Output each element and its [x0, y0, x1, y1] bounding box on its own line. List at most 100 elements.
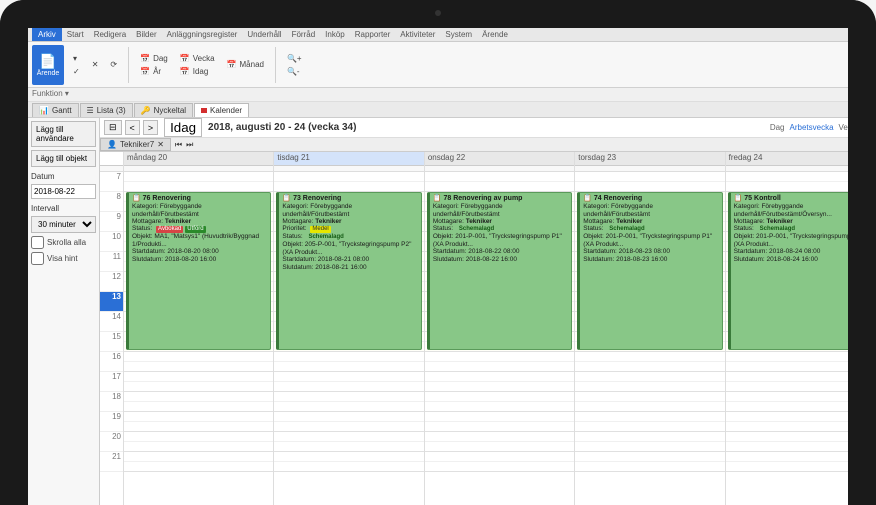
ribbon-refresh-icon[interactable]: ⟳ [107, 59, 120, 70]
menu-arkiv[interactable]: Arkiv [32, 28, 62, 41]
menu-underhall[interactable]: Underhåll [242, 28, 286, 41]
function-label: Funktion [32, 89, 63, 98]
menu-start[interactable]: Start [62, 28, 89, 41]
function-row: Funktion ▾ [28, 88, 876, 102]
ribbon-separator-2 [275, 47, 276, 83]
close-icon[interactable]: ✕ [157, 140, 164, 149]
time-9: 9 [100, 212, 123, 232]
day-header[interactable]: torsdag 23 [575, 152, 724, 166]
tab-gantt[interactable]: 📊Gantt [32, 103, 79, 117]
tab-nyckeltal[interactable]: 🔑Nyckeltal [134, 103, 193, 117]
ribbon-vecka[interactable]: 📅 Vecka [177, 53, 218, 64]
content-area: Lägg till användare Lägg till objekt Dat… [28, 118, 876, 505]
scroll-all-check[interactable]: Skrolla alla [31, 236, 96, 249]
time-20: 20 [100, 432, 123, 452]
ribbon-separator [128, 47, 129, 83]
menu-system[interactable]: System [440, 28, 477, 41]
time-15: 15 [100, 332, 123, 352]
ribbon-save-icon[interactable]: ▾ [70, 53, 83, 64]
calendar-event[interactable]: 📋 78 Renovering av pumpKategori: Förebyg… [427, 192, 572, 350]
day-header[interactable]: måndag 20 [124, 152, 273, 166]
key-icon: 🔑 [141, 106, 151, 115]
calendar-event[interactable]: 📋 74 RenoveringKategori: Förebyggande un… [577, 192, 722, 350]
collapse-button[interactable]: ⊟ [104, 120, 122, 135]
person-tab-row: 👤 Tekniker7 ✕ ⏮ ⏭ [100, 138, 876, 152]
menu-aktiviteter[interactable]: Aktiviteter [395, 28, 440, 41]
time-7: 7 [100, 172, 123, 192]
calendar-event[interactable]: 📋 73 RenoveringKategori: Förebyggande un… [276, 192, 421, 350]
today-button[interactable]: Idag [164, 118, 202, 137]
add-object-button[interactable]: Lägg till objekt [31, 150, 96, 167]
date-label: Datum [31, 172, 96, 181]
time-16: 16 [100, 352, 123, 372]
menu-anlaggning[interactable]: Anläggningsregister [162, 28, 243, 41]
time-11: 11 [100, 252, 123, 272]
date-input[interactable] [31, 184, 96, 199]
ribbon-zoom-out-icon[interactable]: 🔍- [284, 66, 305, 77]
menu-arende[interactable]: Ärende [477, 28, 513, 41]
application-window: Arkiv Start Redigera Bilder Anläggningsr… [28, 28, 876, 505]
device-camera [435, 10, 441, 16]
nav-fwd-icon[interactable]: ⏭ [186, 140, 193, 150]
gantt-icon: 📊 [39, 106, 49, 115]
menu-inkop[interactable]: Inköp [320, 28, 350, 41]
menu-bilder[interactable]: Bilder [131, 28, 161, 41]
time-19: 19 [100, 412, 123, 432]
person-tab[interactable]: 👤 Tekniker7 ✕ [100, 138, 171, 151]
ribbon-manad[interactable]: 📅 Månad [224, 59, 267, 70]
time-13: 13 [100, 292, 123, 312]
time-21: 21 [100, 452, 123, 472]
day-column[interactable]: fredag 24 📋 75 KontrollKategori: Förebygg… [726, 152, 876, 505]
view-tabs: 📊Gantt ☰Lista (3) 🔑Nyckeltal Kalender [28, 102, 876, 118]
list-icon: ☰ [87, 106, 94, 115]
view-dag[interactable]: Dag [770, 123, 785, 132]
day-column[interactable]: torsdag 23 📋 74 RenoveringKategori: Föreb… [575, 152, 725, 505]
ribbon-zoom-in-icon[interactable]: 🔍+ [284, 53, 305, 64]
menu-bar: Arkiv Start Redigera Bilder Anläggningsr… [28, 28, 876, 42]
ribbon-ar[interactable]: 📅 År [137, 66, 171, 77]
next-button[interactable]: > [143, 120, 158, 135]
view-arbetsvecka[interactable]: Arbetsvecka [790, 123, 834, 132]
day-column[interactable]: tisdag 21 📋 73 RenoveringKategori: Föreby… [274, 152, 424, 505]
nav-back-icon[interactable]: ⏮ [171, 140, 186, 150]
view-manad[interactable]: M [865, 123, 872, 132]
time-8: 8 [100, 192, 123, 212]
ribbon-arende-button[interactable]: 📄 Ärende [32, 45, 64, 85]
day-column[interactable]: måndag 20 📋 76 RenoveringKategori: Föreby… [124, 152, 274, 505]
menu-rapporter[interactable]: Rapporter [350, 28, 396, 41]
document-icon: 📄 [39, 53, 56, 70]
ribbon-idag[interactable]: 📅 Idag [177, 66, 218, 77]
menu-redigera[interactable]: Redigera [89, 28, 131, 41]
menu-forrad[interactable]: Förråd [287, 28, 321, 41]
ribbon-toolbar: 📄 Ärende ▾ ✓ ✕ ⟳ 📅 Dag 📅 År 📅 Vecka 📅 Id… [28, 42, 876, 88]
prev-button[interactable]: < [125, 120, 140, 135]
day-header[interactable]: onsdag 22 [425, 152, 574, 166]
time-17: 17 [100, 372, 123, 392]
add-user-button[interactable]: Lägg till användare [31, 121, 96, 147]
calendar-grid: 789101112131415161718192021 måndag 20 📋 7… [100, 152, 876, 505]
sidebar: Lägg till användare Lägg till objekt Dat… [28, 118, 100, 505]
interval-label: Intervall [31, 204, 96, 213]
ribbon-cross-icon[interactable]: ✕ [89, 59, 102, 70]
person-icon: 👤 [107, 140, 117, 149]
day-header[interactable]: fredag 24 [726, 152, 875, 166]
flag-icon [201, 106, 207, 115]
calendar-toolbar: ⊟ < > Idag 2018, augusti 20 - 24 (vecka … [100, 118, 876, 138]
days-container: måndag 20 📋 76 RenoveringKategori: Föreby… [124, 152, 876, 505]
tab-lista[interactable]: ☰Lista (3) [80, 103, 133, 117]
calendar-event[interactable]: 📋 75 KontrollKategori: Förebyggande unde… [728, 192, 873, 350]
time-10: 10 [100, 232, 123, 252]
day-header[interactable]: tisdag 21 [274, 152, 423, 166]
time-14: 14 [100, 312, 123, 332]
calendar-main: ⊟ < > Idag 2018, augusti 20 - 24 (vecka … [100, 118, 876, 505]
time-18: 18 [100, 392, 123, 412]
view-vecka[interactable]: Vecka [839, 123, 861, 132]
calendar-event[interactable]: 📋 76 RenoveringKategori: Förebyggande un… [126, 192, 271, 350]
interval-select[interactable]: 30 minuter [31, 216, 96, 233]
day-column[interactable]: onsdag 22 📋 78 Renovering av pumpKategori… [425, 152, 575, 505]
show-hint-check[interactable]: Visa hint [31, 252, 96, 265]
time-12: 12 [100, 272, 123, 292]
ribbon-check-icon[interactable]: ✓ [70, 66, 83, 77]
ribbon-dag[interactable]: 📅 Dag [137, 53, 171, 64]
tab-kalender[interactable]: Kalender [194, 103, 249, 117]
